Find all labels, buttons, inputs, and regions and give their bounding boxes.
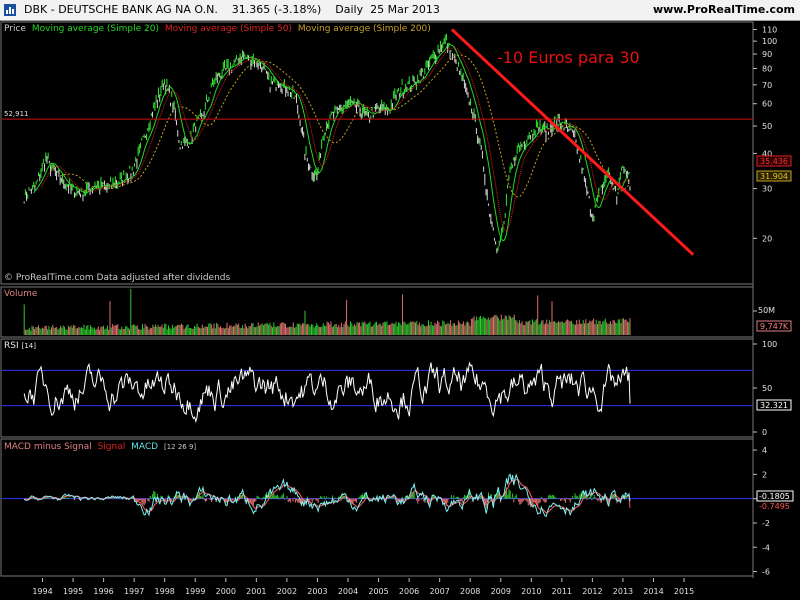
- volume-badge-value: 9,747K: [760, 322, 789, 331]
- x-tick-label: 2005: [368, 587, 388, 596]
- x-tick-label: 1995: [63, 587, 83, 596]
- x-tick-label: 2015: [674, 587, 694, 596]
- macd-hist-legend: MACD minus Signal: [4, 442, 92, 452]
- macd-y-axis: -6-4-2024: [753, 446, 770, 577]
- volume-title: Volume: [4, 289, 38, 299]
- macd-title: MACD minus Signal Signal MACD [12 26 9]: [4, 442, 196, 452]
- x-tick-label: 1997: [124, 587, 144, 596]
- price-y-tick-label: 60: [762, 100, 772, 109]
- x-tick-label: 2013: [613, 587, 633, 596]
- volume-tick-label: 50M: [758, 306, 775, 315]
- macd-y-tick-label: 4: [762, 446, 767, 455]
- x-tick-label: 2011: [552, 587, 572, 596]
- x-tick-label: 2007: [429, 587, 449, 596]
- macd-y-tick-label: -4: [762, 543, 770, 552]
- price-y-tick-label: 70: [762, 81, 772, 90]
- prorealtime-logo-icon: [4, 4, 16, 16]
- x-tick-label: 2006: [399, 587, 419, 596]
- price-y-tick-label: 50: [762, 122, 772, 131]
- price-y-tick-label: 110: [762, 25, 777, 34]
- x-tick-label: 2002: [277, 587, 297, 596]
- x-tick-label: 2012: [582, 587, 602, 596]
- x-tick-label: 1996: [93, 587, 113, 596]
- rsi-y-axis: 0 50 100: [753, 340, 777, 437]
- legend-price: Price: [4, 24, 26, 34]
- horizontal-level-label: 52,911: [4, 110, 29, 118]
- macd-params: [12 26 9]: [164, 443, 196, 451]
- price-y-tick-label: 30: [762, 185, 772, 194]
- legend-ma200: Moving average (Simple 200): [298, 24, 431, 34]
- x-tick-label: 1998: [155, 587, 175, 596]
- macd-y-tick-label: -6: [762, 568, 770, 577]
- site-url: www.ProRealTime.com: [652, 3, 795, 16]
- badge-red-value: 35.436: [760, 157, 788, 166]
- rsi-badge-value: 32.321: [760, 401, 788, 410]
- price-panel[interactable]: [0, 21, 754, 285]
- rsi-y-tick-label: 100: [762, 340, 777, 349]
- price-y-axis: 2030405060708090100110: [753, 25, 777, 243]
- legend-ma20: Moving average (Simple 20): [32, 24, 159, 34]
- macd-badge-a-value: -0.1805: [759, 492, 790, 501]
- legend-ma50: Moving average (Simple 50): [165, 24, 292, 34]
- x-tick-label: 2010: [521, 587, 541, 596]
- rsi-title-text: RSI: [4, 341, 19, 351]
- badge-yellow-value: 31.904: [760, 172, 788, 181]
- macd-y-tick-label: -2: [762, 519, 770, 528]
- x-tick-label: 2003: [307, 587, 327, 596]
- x-tick-label: 2008: [460, 587, 480, 596]
- trend-annotation: -10 Euros para 30: [497, 48, 640, 67]
- x-tick-label: 2009: [491, 587, 511, 596]
- price-y-tick-label: 20: [762, 234, 772, 243]
- rsi-panel[interactable]: [0, 338, 754, 438]
- price-y-tick-label: 80: [762, 64, 772, 73]
- macd-badge-b-value: -0.7495: [759, 502, 790, 511]
- price-y-tick-label: 100: [762, 37, 777, 46]
- data-watermark: © ProRealTime.com Data adjusted after di…: [4, 273, 230, 283]
- rsi-param: [14]: [22, 342, 37, 350]
- rsi-y-tick-label: 0: [762, 428, 767, 437]
- price-y-tick-label: 90: [762, 50, 772, 59]
- x-tick-label: 1999: [185, 587, 205, 596]
- x-tick-label: 2004: [338, 587, 358, 596]
- x-tick-label: 2001: [246, 587, 266, 596]
- chart-canvas[interactable]: 1994 1995 1996 1997 1998 1999 2000 2001 2002 2003…: [0, 21, 800, 600]
- x-tick-label: 2014: [643, 587, 663, 596]
- price-legend: Price Moving average (Simple 20) Moving …: [4, 24, 431, 34]
- chart-title: DBK - DEUTSCHE BANK AG NA O.N. 31.365 (-…: [24, 3, 440, 16]
- x-tick-label: 2000: [216, 587, 236, 596]
- macd-panel[interactable]: [0, 438, 754, 577]
- macd-signal-legend: Signal: [98, 442, 126, 452]
- macd-line-legend: MACD: [131, 442, 158, 452]
- macd-y-tick-label: 2: [762, 470, 767, 479]
- x-tick-label: 1994: [32, 587, 52, 596]
- window-title-bar: DBK - DEUTSCHE BANK AG NA O.N. 31.365 (-…: [0, 0, 800, 21]
- rsi-y-tick-label: 50: [762, 384, 772, 393]
